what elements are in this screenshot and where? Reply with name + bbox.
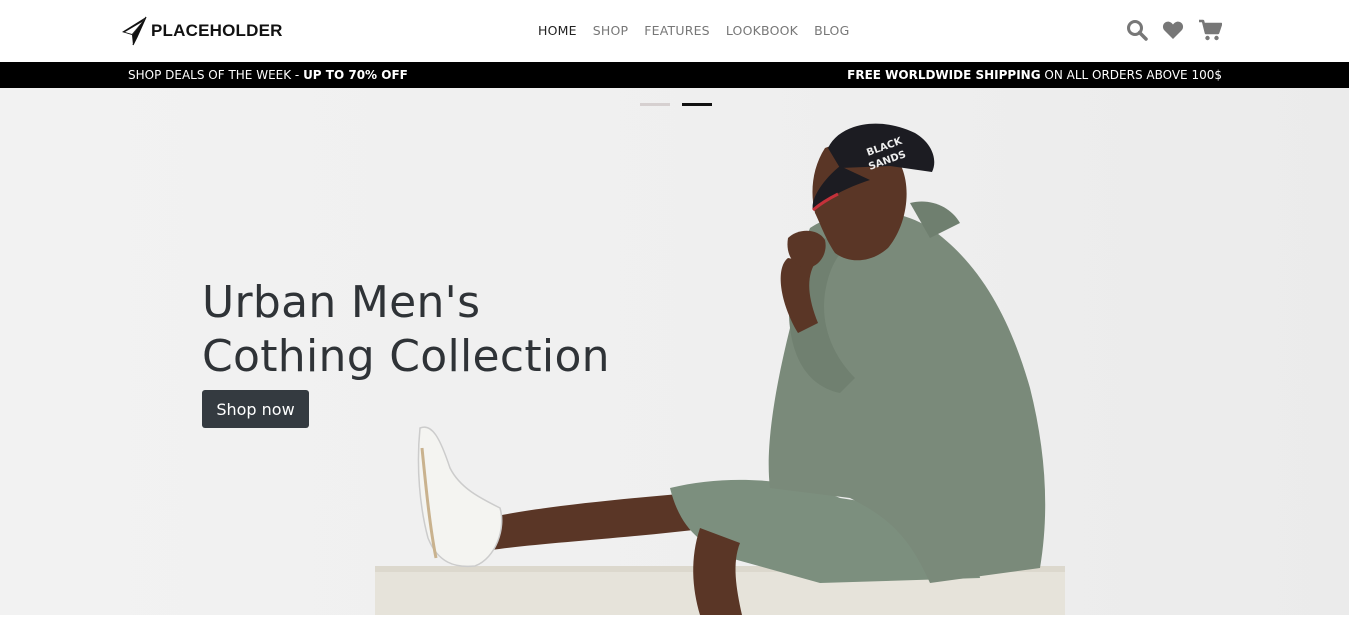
hero-slider: BLACK SANDS Urban Men's Cothing Collecti… bbox=[0, 88, 1349, 615]
logo[interactable]: PLACEHOLDER bbox=[121, 16, 283, 46]
promo-shipping: FREE WORLDWIDE SHIPPING ON ALL ORDERS AB… bbox=[847, 68, 1222, 82]
hero-title-line1: Urban Men's bbox=[202, 277, 481, 328]
promo-deals-highlight: UP TO 70% OFF bbox=[303, 68, 408, 82]
search-icon[interactable] bbox=[1126, 19, 1148, 46]
promo-shipping-highlight: FREE WORLDWIDE SHIPPING bbox=[847, 68, 1041, 82]
promo-shipping-suffix: ON ALL ORDERS ABOVE 100$ bbox=[1040, 68, 1222, 82]
hero-title-line2: Cothing Collection bbox=[202, 331, 610, 382]
nav-blog[interactable]: BLOG bbox=[814, 23, 849, 38]
nav-shop[interactable]: SHOP bbox=[593, 23, 629, 38]
nav-lookbook[interactable]: LOOKBOOK bbox=[726, 23, 798, 38]
cart-icon[interactable] bbox=[1198, 19, 1223, 46]
nav-home[interactable]: HOME bbox=[538, 23, 577, 38]
logo-text: PLACEHOLDER bbox=[151, 21, 283, 40]
hero-title: Urban Men's Cothing Collection bbox=[202, 276, 610, 384]
promo-deals[interactable]: SHOP DEALS OF THE WEEK - UP TO 70% OFF bbox=[128, 68, 408, 82]
shop-now-button[interactable]: Shop now bbox=[202, 390, 309, 428]
promo-bar: SHOP DEALS OF THE WEEK - UP TO 70% OFF F… bbox=[0, 62, 1349, 88]
main-nav: HOME SHOP FEATURES LOOKBOOK BLOG bbox=[538, 23, 849, 38]
header-icons bbox=[1126, 19, 1223, 46]
nav-features[interactable]: FEATURES bbox=[644, 23, 710, 38]
heart-icon[interactable] bbox=[1162, 20, 1184, 45]
site-header: PLACEHOLDER HOME SHOP FEATURES LOOKBOOK … bbox=[0, 0, 1349, 62]
paper-plane-logo-icon bbox=[122, 16, 147, 46]
promo-deals-prefix: SHOP DEALS OF THE WEEK - bbox=[128, 68, 304, 82]
